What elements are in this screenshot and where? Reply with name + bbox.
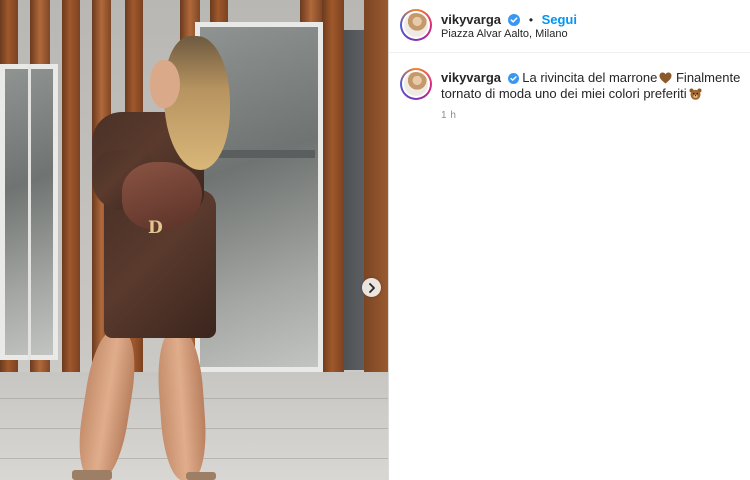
- wood-slat: [62, 0, 80, 375]
- follow-button[interactable]: Segui: [542, 12, 577, 27]
- avatar-image: [404, 13, 428, 37]
- caption-username-link[interactable]: vikyvarga: [441, 70, 501, 85]
- location-link[interactable]: Piazza Alvar Aalto, Milano: [441, 28, 568, 40]
- avatar[interactable]: [400, 9, 432, 41]
- post-photo[interactable]: D: [0, 0, 388, 480]
- post-header: vikyvarga • Segui Piazza Alvar Aalto, Mi…: [389, 0, 750, 53]
- separator-dot: •: [528, 13, 534, 27]
- brown-heart-icon: [659, 72, 672, 84]
- header-line: vikyvarga • Segui: [441, 11, 577, 29]
- timestamp[interactable]: 1 h: [441, 110, 456, 121]
- username-link[interactable]: vikyvarga: [441, 12, 501, 27]
- bag-logo: D: [148, 218, 163, 238]
- bear-icon: [689, 88, 702, 100]
- next-photo-button[interactable]: [362, 278, 381, 297]
- wood-slat: [322, 0, 344, 375]
- verified-badge-icon: [507, 73, 519, 84]
- caption-text: vikyvarga La rivincita del marrone Final…: [441, 70, 750, 102]
- wall-edge: [364, 0, 388, 372]
- avatar-image: [404, 72, 428, 96]
- figure-boot: [186, 472, 216, 480]
- figure-boot: [72, 470, 112, 480]
- post-details-panel: vikyvarga • Segui Piazza Alvar Aalto, Mi…: [388, 0, 750, 480]
- verified-badge-icon: [508, 14, 521, 26]
- caption-avatar[interactable]: [400, 68, 432, 100]
- window-mullion: [28, 64, 31, 360]
- figure-face: [150, 60, 180, 108]
- caption-body-1: La rivincita del marrone: [522, 70, 658, 85]
- chevron-right-icon: [368, 282, 375, 293]
